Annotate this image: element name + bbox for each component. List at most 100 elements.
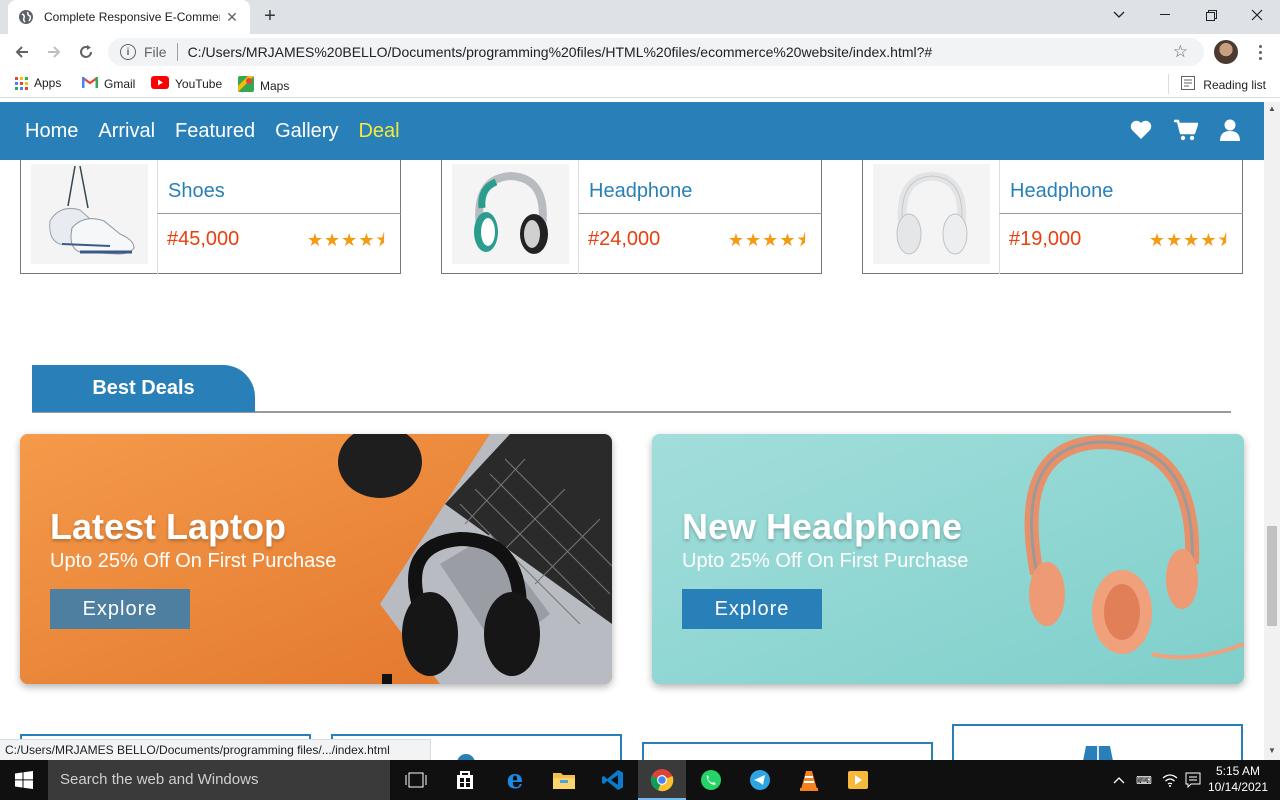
reload-icon[interactable]	[74, 40, 98, 64]
globe-icon	[18, 9, 34, 25]
restore-icon[interactable]	[1188, 0, 1234, 30]
bookmark-label: Apps	[34, 76, 62, 90]
bookmark-gmail[interactable]: Gmail	[82, 76, 135, 91]
bookmark-apps[interactable]: Apps	[15, 76, 61, 90]
chrome-icon[interactable]	[648, 766, 676, 794]
product-image-headphone	[873, 164, 990, 264]
product-name[interactable]: Headphone	[999, 160, 1243, 214]
bookmark-youtube[interactable]: YouTube	[151, 76, 222, 92]
store-icon[interactable]	[451, 766, 479, 794]
vscode-icon[interactable]	[599, 766, 627, 794]
product-card[interactable]: Headphone #24,000 ★★★★⯨	[441, 160, 822, 274]
bookmarks-bar: Apps Gmail YouTube Maps Reading list	[0, 70, 1280, 98]
section-heading: Best Deals	[32, 365, 1231, 413]
banner-title: New Headphone	[682, 506, 963, 547]
address-bar[interactable]: i File C:/Users/MRJAMES%20BELLO/Document…	[108, 38, 1204, 66]
media-player-icon[interactable]	[844, 766, 872, 794]
next-section-card	[642, 742, 933, 760]
product-card[interactable]: Shoes #45,000 ★★★★⯨	[20, 160, 401, 274]
product-name[interactable]: Shoes	[157, 160, 401, 214]
new-tab-button[interactable]: +	[258, 5, 282, 29]
divider	[999, 214, 1000, 274]
clock-time: 5:15 AM	[1215, 764, 1261, 778]
nav-link-deal[interactable]: Deal	[358, 120, 399, 143]
gmail-icon	[82, 76, 98, 91]
info-icon[interactable]: i	[120, 44, 136, 60]
action-center-icon[interactable]	[1185, 760, 1201, 800]
telegram-icon[interactable]	[746, 766, 774, 794]
deal-banner-laptop: Latest Laptop Upto 25% Off On First Purc…	[20, 434, 612, 684]
bookmark-star-icon[interactable]: ☆	[1173, 42, 1188, 62]
reading-list-label: Reading list	[1203, 77, 1266, 92]
taskbar: Search the web and Windows e ⌨ 5:15 AM 1…	[0, 760, 1280, 800]
reading-list-icon	[1181, 76, 1196, 93]
heart-icon[interactable]	[1130, 120, 1152, 145]
close-window-icon[interactable]	[1234, 0, 1280, 30]
scroll-down-icon[interactable]: ▼	[1268, 746, 1276, 755]
apps-grid-icon	[15, 76, 28, 90]
tab-close-icon[interactable]: ✕	[224, 9, 240, 25]
next-section-card	[952, 724, 1243, 760]
browser-tab[interactable]: Complete Responsive E-Commer ✕	[8, 0, 250, 34]
bookmarks-divider	[1168, 74, 1169, 94]
product-card[interactable]: Headphone #19,000 ★★★★⯨	[862, 160, 1243, 274]
rating-stars: ★★★★⯨	[727, 230, 807, 250]
bookmark-label: Maps	[260, 78, 290, 93]
user-icon[interactable]	[1220, 119, 1240, 146]
scroll-up-icon[interactable]: ▲	[1268, 104, 1276, 113]
product-price: #45,000	[167, 228, 240, 250]
link-status-bar: C:/Users/MRJAMES BELLO/Documents/program…	[0, 739, 431, 760]
deal-banner-headphone: New Headphone Upto 25% Off On First Purc…	[652, 434, 1244, 684]
product-price: #24,000	[588, 228, 661, 250]
card-icon	[1082, 746, 1114, 760]
browser-toolbar: i File C:/Users/MRJAMES%20BELLO/Document…	[0, 34, 1280, 70]
task-view-icon[interactable]	[402, 766, 430, 794]
explore-button[interactable]: Explore	[50, 589, 190, 629]
youtube-icon	[151, 76, 169, 92]
product-price: #19,000	[1009, 228, 1082, 250]
banner-title: Latest Laptop	[50, 506, 287, 547]
maps-icon	[238, 76, 254, 95]
url-scheme: File	[144, 44, 167, 60]
nav-link-featured[interactable]: Featured	[175, 120, 255, 143]
product-image-shoes	[31, 164, 148, 264]
bookmark-maps[interactable]: Maps	[238, 76, 289, 95]
bookmark-label: Gmail	[104, 76, 136, 91]
divider	[157, 214, 158, 274]
page-scrollbar[interactable]: ▲ ▼	[1264, 102, 1280, 760]
profile-avatar[interactable]	[1214, 40, 1238, 64]
forward-icon[interactable]	[42, 40, 66, 64]
minimize-icon[interactable]	[1142, 0, 1188, 30]
cart-icon[interactable]	[1174, 119, 1199, 146]
whatsapp-icon[interactable]	[697, 766, 725, 794]
input-method-icon[interactable]: ⌨	[1136, 760, 1152, 800]
file-explorer-icon[interactable]	[550, 766, 578, 794]
nav-link-gallery[interactable]: Gallery	[275, 120, 338, 143]
url-text[interactable]: C:/Users/MRJAMES%20BELLO/Documents/progr…	[188, 44, 933, 60]
tray-chevron-icon[interactable]	[1113, 760, 1125, 800]
tab-search-icon[interactable]	[1096, 0, 1142, 30]
best-deals-title: Best Deals	[32, 365, 255, 412]
wifi-icon[interactable]	[1162, 760, 1178, 800]
edge-icon[interactable]: e	[501, 765, 529, 795]
taskbar-search-input[interactable]: Search the web and Windows	[48, 760, 390, 800]
site-navbar: Home Arrival Featured Gallery Deal	[0, 102, 1264, 160]
bookmark-label: YouTube	[175, 77, 223, 91]
product-name[interactable]: Headphone	[578, 160, 822, 214]
nav-link-home[interactable]: Home	[25, 120, 78, 143]
page-viewport: Home Arrival Featured Gallery Deal Shoes…	[0, 102, 1264, 760]
system-clock[interactable]: 5:15 AM 10/14/2021	[1204, 763, 1272, 795]
product-image-headphone	[452, 164, 569, 264]
clock-date: 10/14/2021	[1207, 780, 1269, 794]
nav-link-arrival[interactable]: Arrival	[98, 120, 155, 143]
scrollbar-thumb[interactable]	[1267, 526, 1277, 626]
tab-strip: Complete Responsive E-Commer ✕ +	[0, 0, 1280, 34]
menu-icon[interactable]	[1252, 40, 1268, 64]
back-icon[interactable]	[10, 40, 34, 64]
reading-list-button[interactable]: Reading list	[1181, 76, 1266, 93]
windows-start-icon[interactable]	[0, 760, 48, 800]
url-divider	[176, 43, 178, 61]
vlc-icon[interactable]	[795, 766, 823, 794]
explore-button[interactable]: Explore	[682, 589, 822, 629]
divider	[578, 214, 579, 274]
